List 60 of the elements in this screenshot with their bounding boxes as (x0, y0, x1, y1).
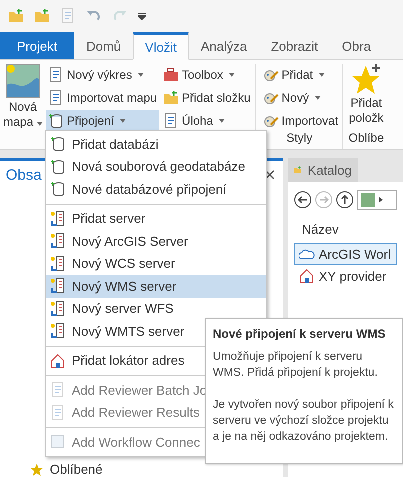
ribbon-button[interactable]: Úloha (161, 110, 253, 131)
ribbon-button[interactable]: Přidat složku (161, 87, 253, 108)
document-icon (50, 382, 66, 398)
menu-item[interactable]: Nový WMTS server (46, 320, 189, 342)
ribbon-tab[interactable]: Domů (74, 32, 134, 59)
location-field[interactable] (357, 190, 397, 210)
group-label: Oblíbe (348, 131, 386, 147)
customize-icon[interactable] (138, 12, 146, 20)
up-icon[interactable] (336, 191, 354, 209)
tooltip-text: Je vytvořen nový soubor připojení k serveru ve výchozí složce projektu a je na něj odkazováno projektem. (213, 398, 395, 445)
menu-item[interactable]: Přidat databázi (46, 133, 163, 156)
server-icon (50, 300, 66, 317)
menu-item[interactable]: Přidat server (46, 208, 150, 230)
new-map-button[interactable]: Nová mapa (2, 64, 44, 149)
ribbon-tab[interactable]: Obra (330, 32, 384, 59)
house-icon (299, 268, 315, 284)
ribbon-button[interactable]: Toolbox (161, 64, 253, 85)
menu-item[interactable]: Nový server WFS (46, 298, 178, 320)
back-icon[interactable] (294, 191, 312, 209)
ribbon-tab[interactable]: Vložit (133, 32, 189, 60)
ribbon-button[interactable]: Nový (260, 87, 340, 108)
ribbon-tab[interactable]: Analýza (188, 32, 260, 59)
server-icon (50, 233, 66, 250)
server-icon (50, 323, 66, 340)
star-icon (350, 64, 382, 96)
toolbox-icon (163, 66, 180, 82)
ribbon-button[interactable]: Importovat (260, 110, 340, 131)
group-label: Styly (286, 131, 314, 147)
menu-item[interactable]: Nový WMS server (46, 275, 266, 298)
pane-tab[interactable]: Katalog (288, 158, 358, 182)
tooltip-title: Nové připojení k serveru WMS (213, 327, 387, 341)
document-icon (50, 404, 66, 421)
menu-item[interactable]: Nový WCS server (46, 252, 180, 275)
server-icon (50, 278, 66, 294)
folder-icon (163, 90, 180, 106)
pane-title: Obsa (6, 167, 42, 184)
database-icon (50, 158, 66, 175)
menu-item[interactable]: Nová souborová geodatabáze (46, 156, 250, 178)
tooltip-text: Umožňuje připojení k serveru WMS. Přidá připojení k projektu. (213, 350, 379, 381)
star-icon (30, 462, 44, 476)
menu-item[interactable]: Přidat lokátor adres (46, 350, 189, 372)
tree-item[interactable]: Oblíbené (50, 462, 103, 477)
menu-item[interactable]: Nový ArcGIS Server (46, 230, 192, 252)
database-icon (50, 136, 66, 152)
ribbon-button[interactable]: Přidat (260, 64, 340, 85)
catalog-item[interactable]: ArcGIS Worl (294, 243, 397, 265)
ribbon-tab[interactable]: Projekt (0, 32, 74, 59)
ribbon-button[interactable]: Nový výkres (46, 64, 160, 85)
server-icon (50, 256, 66, 272)
catalog-item[interactable]: XY provider (294, 265, 397, 287)
map-icon (6, 64, 40, 98)
column-header: Název (302, 222, 340, 237)
ribbon-button[interactable]: Připojení (46, 110, 160, 131)
house-icon (50, 352, 66, 369)
menu-item[interactable]: Nové databázové připojení (46, 178, 231, 200)
ribbon-button[interactable]: Importovat mapu (46, 87, 160, 108)
server-icon (50, 210, 66, 227)
database-icon (50, 181, 66, 198)
add-favorite-button[interactable]: Přidat položk (346, 64, 386, 126)
ribbon-tab[interactable]: Zobrazit (259, 32, 330, 59)
